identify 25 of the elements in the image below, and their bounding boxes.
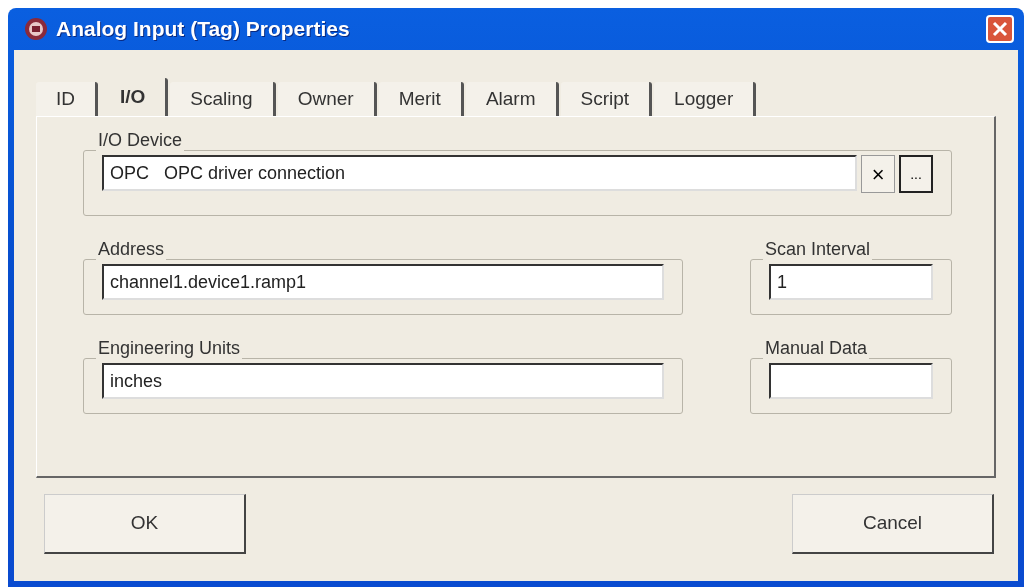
clear-button[interactable]: × [861,155,896,193]
input-field[interactable]: inches [102,363,664,399]
tab[interactable]: Scaling [170,82,276,116]
close-icon [991,20,1009,38]
input-field[interactable]: OPC OPC driver connection [102,155,858,191]
group-label: Manual Data [764,339,869,357]
group-label: Engineering Units [97,339,242,357]
input-field[interactable]: 1 [769,264,933,300]
group-label: I/O Device [97,131,184,149]
input-field[interactable]: channel1.device1.ramp1 [102,264,664,300]
tab[interactable]: Owner [277,82,377,116]
tab[interactable]: Alarm [465,82,559,116]
dialog-button[interactable]: OK [44,494,246,554]
tab[interactable]: ID [36,82,98,116]
tab[interactable]: Script [560,82,653,116]
group-label: Scan Interval [764,240,872,258]
app-icon [24,17,48,41]
group-label: Address [97,240,166,258]
browse-button[interactable]: ... [899,155,933,193]
input-field[interactable] [769,363,933,399]
tab[interactable]: Merit [378,82,464,116]
window-title: Analog Input (Tag) Properties [56,16,350,43]
dialog-button[interactable]: Cancel [792,494,994,554]
tab[interactable]: Logger [654,82,757,116]
close-button[interactable] [986,15,1014,43]
